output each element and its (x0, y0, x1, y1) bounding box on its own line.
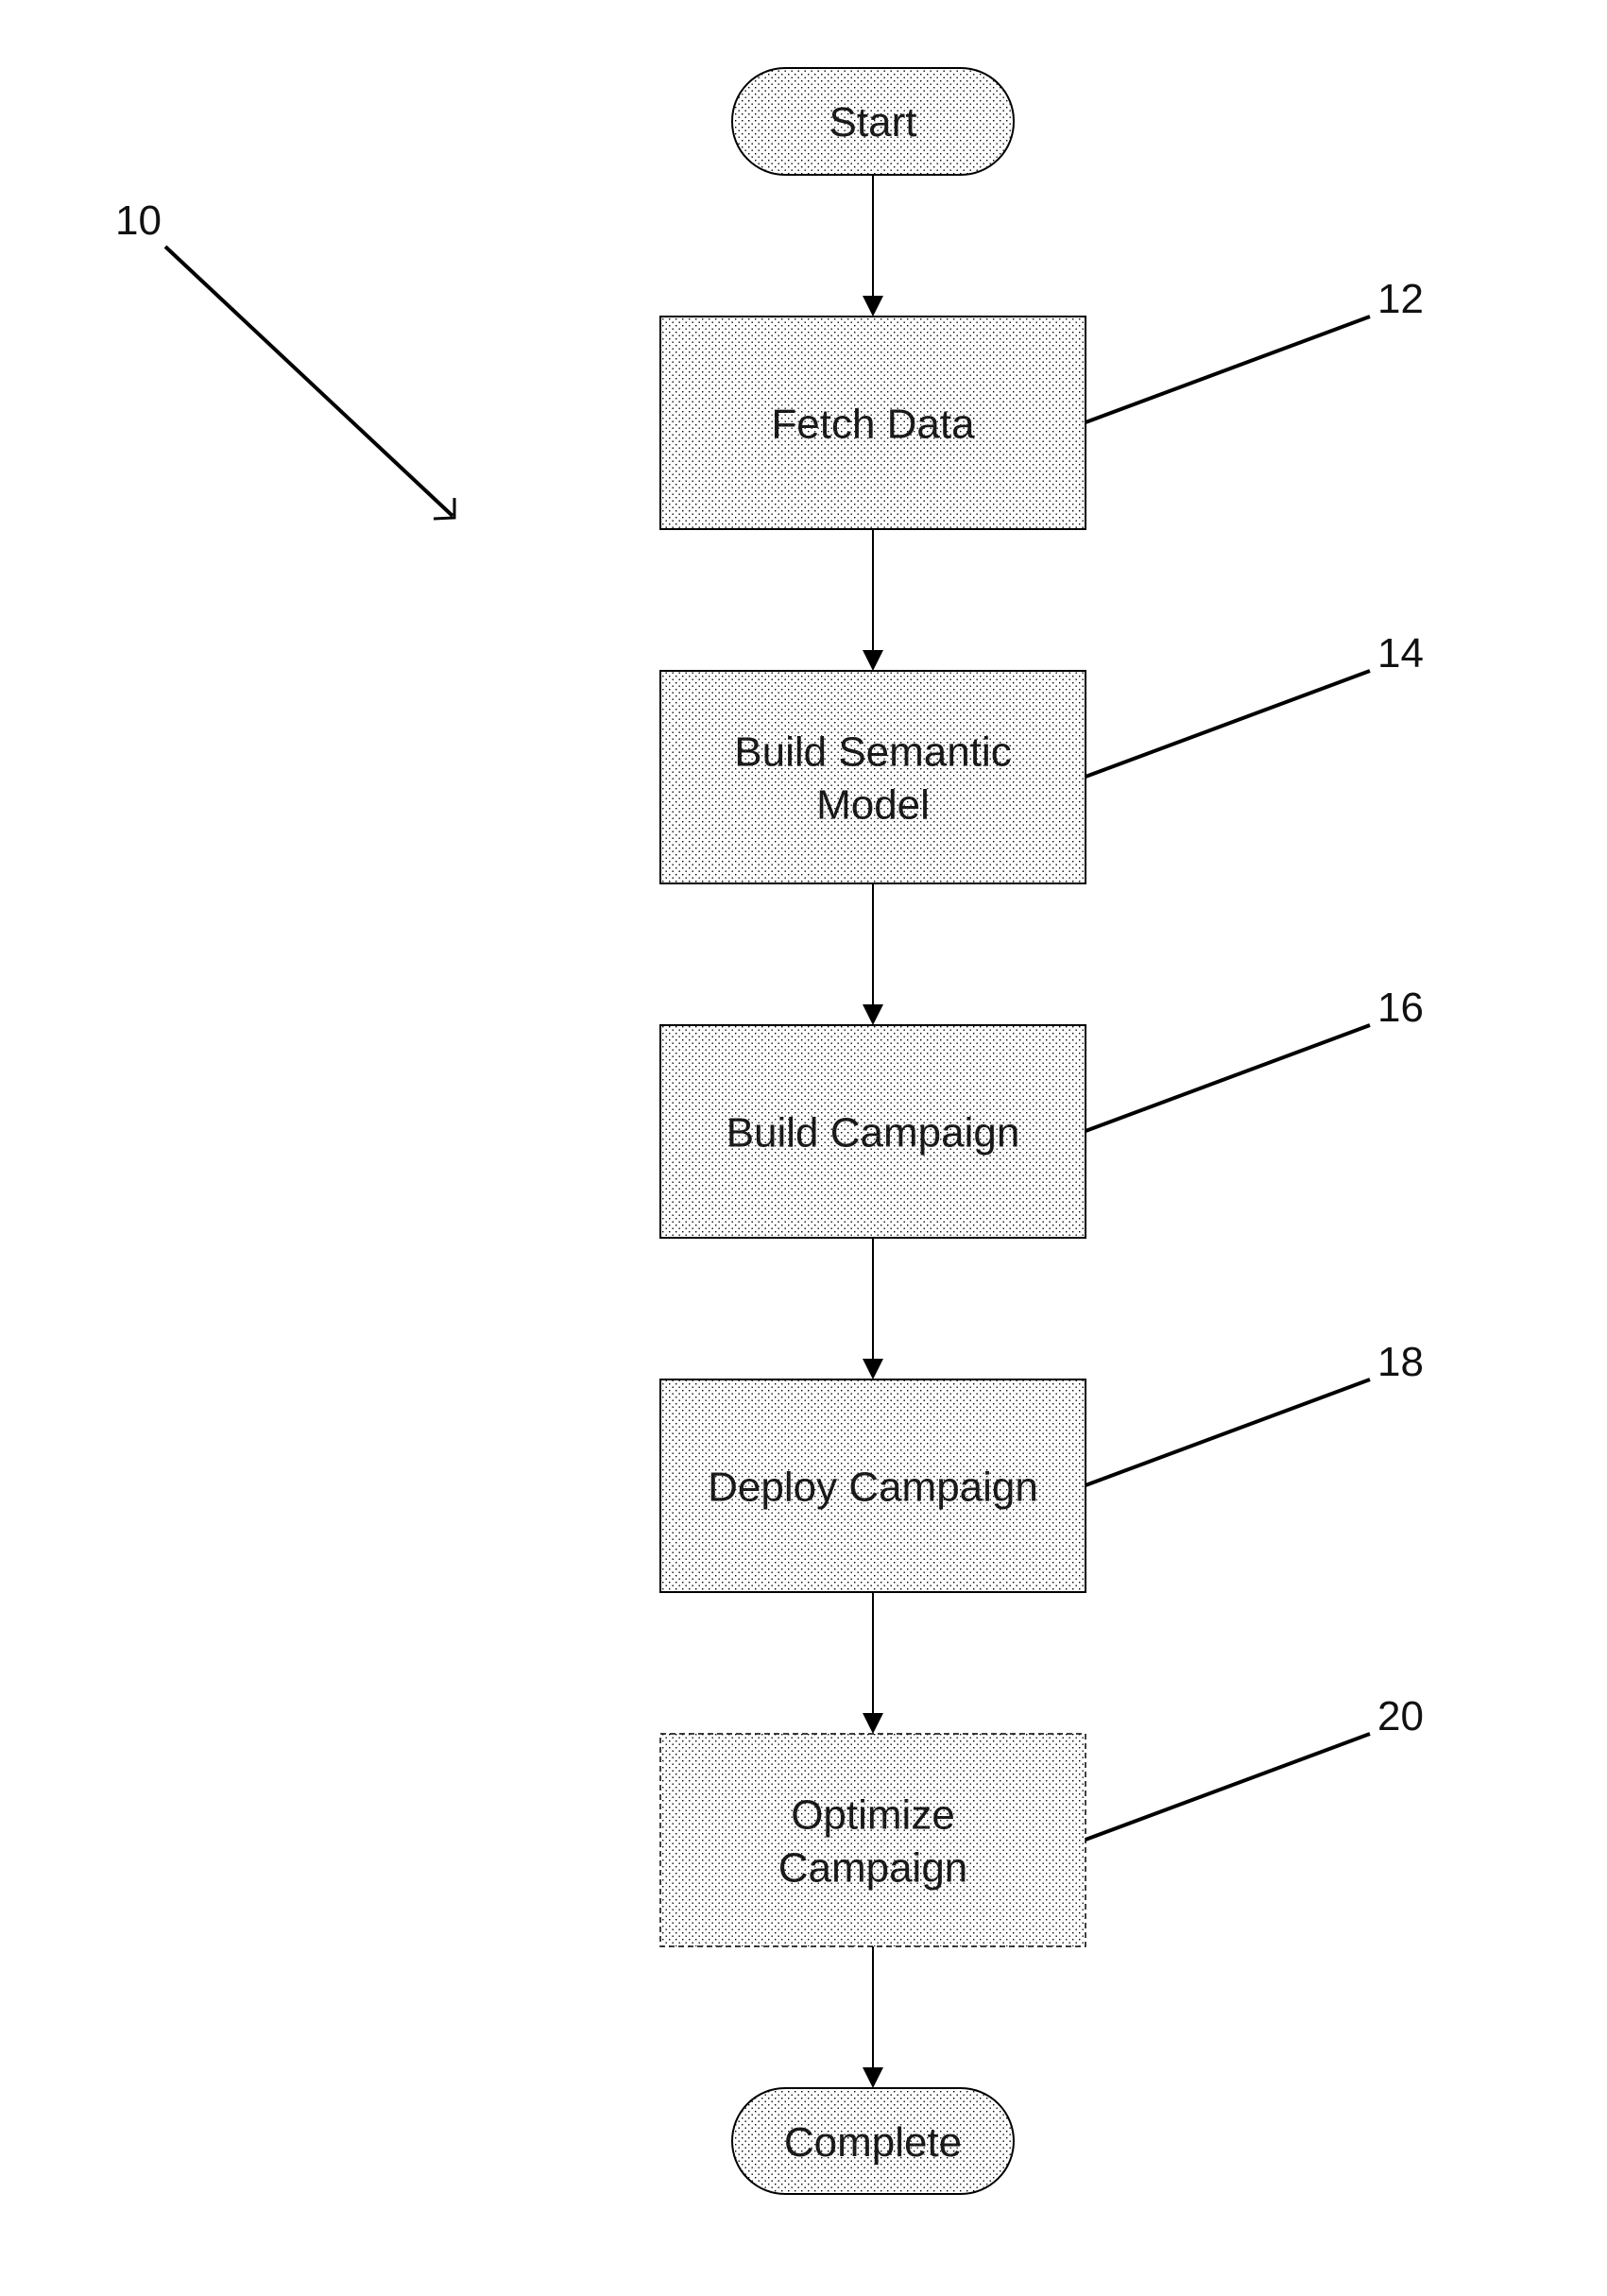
step-fetch-data: Fetch Data 12 (659, 276, 1424, 530)
step-ref-label: 14 (1377, 630, 1424, 677)
step-label-line: Build Campaign (727, 1110, 1020, 1157)
step-ref-label: 16 (1377, 985, 1424, 1031)
step-box (659, 670, 1086, 884)
step-ref-label: 12 (1377, 276, 1424, 322)
connector-to-optimize-campaign-arrowhead-icon (863, 1713, 883, 1734)
step-build-campaign: Build Campaign 16 (659, 985, 1424, 1239)
step-box (659, 1733, 1086, 1947)
step-optimize-campaign: Optimize Campaign 20 (659, 1693, 1424, 1947)
step-ref-label: 18 (1377, 1339, 1424, 1385)
connector-to-fetch-data-arrowhead-icon (863, 296, 883, 317)
connector-to-end-arrowhead-icon (863, 2067, 883, 2088)
step-label-line: Build Semantic (734, 729, 1011, 776)
end-label: Complete (784, 2119, 962, 2166)
step-label-line: Model (816, 782, 930, 829)
step-ref-label: 20 (1377, 1693, 1424, 1739)
connector-to-deploy-campaign-arrowhead-icon (863, 1359, 883, 1379)
step-ref-leader (1085, 1378, 1371, 1487)
step-label-line: Campaign (778, 1845, 968, 1892)
connector-to-build-semantic-model-arrowhead-icon (863, 650, 883, 671)
step-ref-leader (1085, 669, 1371, 779)
step-label-line: Optimize (791, 1792, 955, 1839)
figure-ref-label: 10 (115, 197, 162, 244)
step-ref-leader (1085, 1732, 1371, 1842)
steps-layer: Fetch Data 12 Build Semantic Model 14 Build C… (659, 175, 1424, 2088)
step-deploy-campaign: Deploy Campaign 18 (659, 1339, 1424, 1593)
flowchart-canvas: 10 Start Fetch Data 12 Build Semantic Model… (115, 67, 1424, 2195)
step-label-line: Fetch Data (771, 402, 975, 448)
step-ref-leader (1085, 315, 1371, 424)
figure-ref-arrow-line (163, 245, 454, 518)
start-terminal: Start (731, 67, 1015, 176)
connector-to-build-campaign-arrowhead-icon (863, 1004, 883, 1025)
step-build-semantic-model: Build Semantic Model 14 (659, 630, 1424, 884)
end-terminal: Complete (731, 2087, 1015, 2195)
step-ref-leader (1085, 1023, 1371, 1133)
step-label-line: Deploy Campaign (708, 1465, 1038, 1511)
start-label: Start (829, 99, 917, 146)
